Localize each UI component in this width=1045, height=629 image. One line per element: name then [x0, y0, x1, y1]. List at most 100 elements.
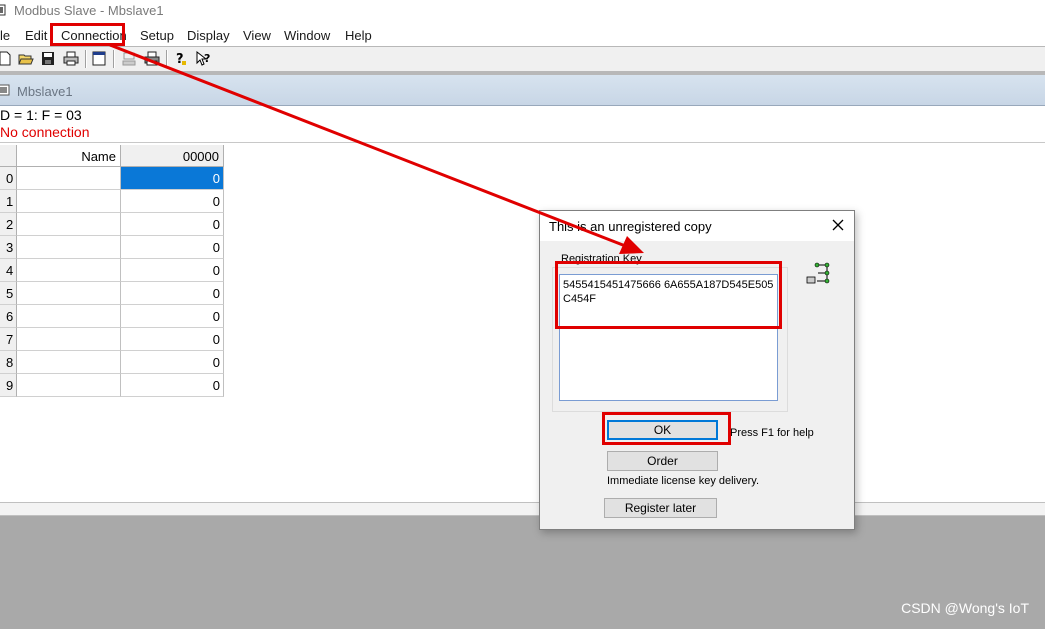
- toolbar-separator: [166, 50, 168, 68]
- help-hint: Press F1 for help: [730, 427, 814, 439]
- menu-window[interactable]: Window: [284, 28, 330, 43]
- name-cell[interactable]: [17, 351, 121, 374]
- register-value: 0: [212, 263, 220, 278]
- register-value-cell[interactable]: 0: [121, 167, 224, 190]
- open-folder-icon[interactable]: [18, 50, 34, 67]
- title-bar: Modbus Slave - Mbslave1: [0, 0, 1045, 22]
- connection-status: No connection: [0, 124, 90, 140]
- name-cell[interactable]: [17, 213, 121, 236]
- register-value: 0: [212, 171, 220, 186]
- row-header[interactable]: 7: [0, 328, 17, 351]
- dialog-titlebar[interactable]: This is an unregistered copy: [540, 211, 854, 241]
- row-header[interactable]: 9: [0, 374, 17, 397]
- row-header[interactable]: 1: [0, 190, 17, 213]
- name-cell[interactable]: [17, 190, 121, 213]
- register-value-cell[interactable]: 0: [121, 305, 224, 328]
- row-number: 5: [6, 286, 14, 301]
- register-value: 0: [212, 355, 220, 370]
- print-icon[interactable]: [63, 50, 79, 67]
- order-button[interactable]: Order: [607, 451, 718, 471]
- register-value-cell[interactable]: 0: [121, 351, 224, 374]
- row-number: 3: [6, 240, 14, 255]
- register-value: 0: [212, 378, 220, 393]
- register-value-cell[interactable]: 0: [121, 259, 224, 282]
- name-cell[interactable]: [17, 374, 121, 397]
- row-number: 0: [6, 171, 14, 186]
- row-header[interactable]: 5: [0, 282, 17, 305]
- register-value: 0: [212, 240, 220, 255]
- register-value: 0: [212, 194, 220, 209]
- menu-bar: le Edit Connection Setup Display View Wi…: [0, 24, 1045, 46]
- annotation-box-registration-key: [555, 261, 782, 329]
- name-cell[interactable]: [17, 328, 121, 351]
- register-value-cell[interactable]: 0: [121, 328, 224, 351]
- annotation-box-ok: [602, 412, 731, 445]
- register-value-cell[interactable]: 0: [121, 190, 224, 213]
- register-value: 0: [212, 286, 220, 301]
- column-header-name[interactable]: Name: [17, 145, 121, 167]
- menu-file[interactable]: le: [0, 28, 10, 43]
- context-help-icon[interactable]: ?: [195, 50, 211, 67]
- child-window-bottom-border: [0, 502, 1045, 516]
- modbus-slave-icon: [0, 84, 10, 96]
- name-cell[interactable]: [17, 236, 121, 259]
- grid-corner: [0, 145, 17, 167]
- help-icon[interactable]: ?: [173, 50, 189, 67]
- menu-display[interactable]: Display: [187, 28, 230, 43]
- row-header[interactable]: 0: [0, 167, 17, 190]
- toolbar-separator: [113, 50, 115, 68]
- column-header-name-label: Name: [81, 149, 116, 164]
- watermark: CSDN @Wong's IoT: [901, 600, 1029, 616]
- register-later-button[interactable]: Register later: [604, 498, 717, 518]
- annotation-box-connection: [50, 23, 125, 46]
- menu-edit[interactable]: Edit: [25, 28, 47, 43]
- name-cell[interactable]: [17, 167, 121, 190]
- child-window-titlebar[interactable]: Mbslave1: [0, 75, 1045, 106]
- registration-dialog: This is an unregistered copy Registratio…: [539, 210, 855, 530]
- row-number: 6: [6, 309, 14, 324]
- row-header[interactable]: 3: [0, 236, 17, 259]
- row-header[interactable]: 8: [0, 351, 17, 374]
- row-header[interactable]: 4: [0, 259, 17, 282]
- row-number: 8: [6, 355, 14, 370]
- new-file-icon[interactable]: [0, 50, 13, 67]
- close-icon[interactable]: [830, 217, 846, 233]
- register-value: 0: [212, 309, 220, 324]
- row-number: 1: [6, 194, 14, 209]
- row-header[interactable]: 2: [0, 213, 17, 236]
- toolbar-separator: [85, 50, 87, 68]
- row-number: 9: [6, 378, 14, 393]
- dialog-title: This is an unregistered copy: [549, 219, 712, 234]
- name-cell[interactable]: [17, 305, 121, 328]
- row-number: 4: [6, 263, 14, 278]
- menu-setup[interactable]: Setup: [140, 28, 174, 43]
- window-title: Modbus Slave - Mbslave1: [14, 3, 164, 18]
- menu-view[interactable]: View: [243, 28, 271, 43]
- modbus-slave-icon: [0, 4, 6, 16]
- register-value: 0: [212, 332, 220, 347]
- menu-help[interactable]: Help: [345, 28, 372, 43]
- window-icon[interactable]: [91, 50, 107, 67]
- connect-icon[interactable]: [121, 50, 137, 67]
- mdi-background: [0, 516, 1045, 629]
- print-preview-icon[interactable]: [144, 50, 160, 67]
- register-value-cell[interactable]: 0: [121, 236, 224, 259]
- column-header-address[interactable]: 00000: [121, 145, 224, 167]
- name-cell[interactable]: [17, 259, 121, 282]
- svg-text:?: ?: [204, 52, 210, 65]
- save-icon[interactable]: [40, 50, 56, 67]
- register-value: 0: [212, 217, 220, 232]
- network-icon: [806, 262, 830, 284]
- toolbar: ? ?: [0, 46, 1045, 72]
- row-header[interactable]: 6: [0, 305, 17, 328]
- slave-function-status: D = 1: F = 03: [0, 107, 82, 123]
- register-value-cell[interactable]: 0: [121, 374, 224, 397]
- column-header-address-label: 00000: [182, 149, 219, 164]
- child-window-title: Mbslave1: [17, 84, 73, 99]
- register-value-cell[interactable]: 0: [121, 213, 224, 236]
- divider: [0, 142, 1045, 143]
- row-number: 7: [6, 332, 14, 347]
- row-number: 2: [6, 217, 14, 232]
- name-cell[interactable]: [17, 282, 121, 305]
- register-value-cell[interactable]: 0: [121, 282, 224, 305]
